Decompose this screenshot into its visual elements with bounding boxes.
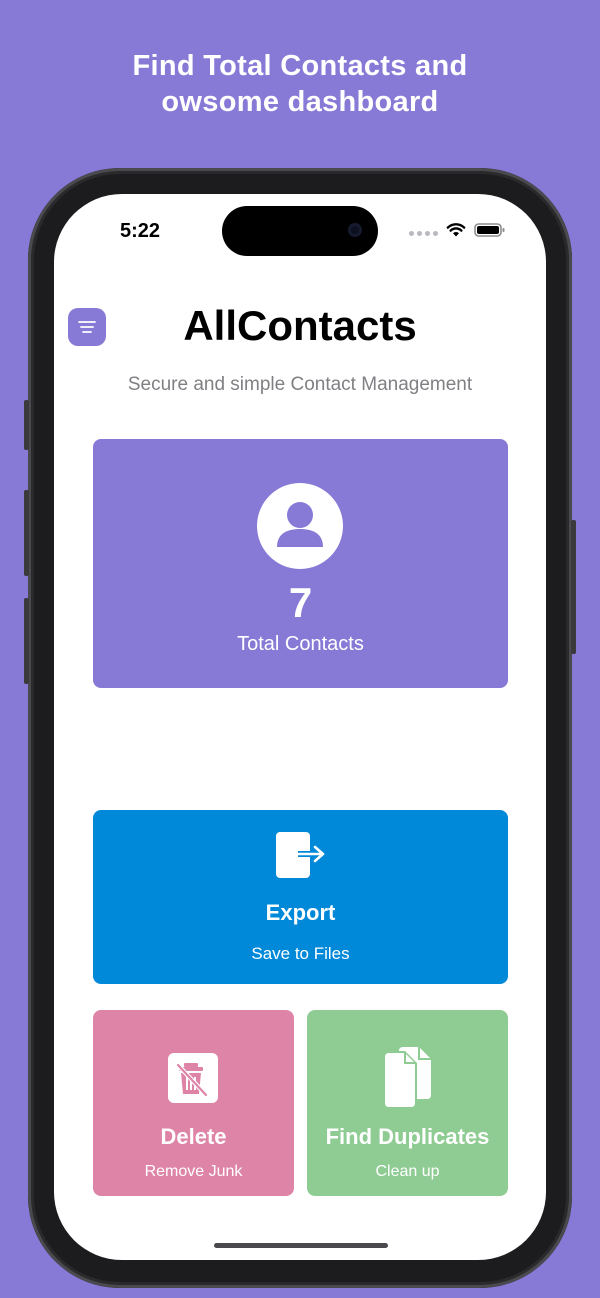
total-contacts-label: Total Contacts (237, 633, 364, 655)
cellular-signal-icon (409, 230, 438, 236)
phone-volume-up-button (24, 490, 29, 576)
export-button[interactable]: Export Save to Files (93, 810, 508, 984)
promo-headline-line1: Find Total Contacts and (132, 50, 468, 82)
promo-headline: Find Total Contacts and owsome dashboard (0, 48, 600, 120)
find-duplicates-button[interactable]: Find Duplicates Clean up (307, 1010, 508, 1196)
phone-volume-down-button (24, 598, 29, 684)
export-title: Export (265, 900, 336, 925)
documents-icon (385, 1047, 431, 1107)
delete-title: Delete (160, 1124, 227, 1149)
home-indicator[interactable] (214, 1243, 388, 1248)
phone-mute-switch (24, 400, 29, 450)
delete-button[interactable]: Delete Remove Junk (93, 1010, 294, 1196)
app-subtitle: Secure and simple Contact Management (127, 374, 473, 395)
delete-subtitle: Remove Junk (144, 1163, 243, 1180)
front-camera-icon (348, 223, 362, 237)
dynamic-island (222, 206, 378, 256)
total-contacts-card[interactable]: 7 Total Contacts (93, 439, 508, 688)
battery-icon (474, 223, 505, 237)
app-title: AllContacts (183, 302, 417, 349)
export-icon (276, 832, 325, 878)
trash-icon (168, 1053, 218, 1103)
app-screen: 5:22 AllContacts Secure and simple Conta… (54, 194, 546, 1260)
find-duplicates-subtitle: Clean up (375, 1163, 440, 1180)
export-subtitle: Save to Files (251, 944, 350, 963)
status-indicators (409, 222, 506, 238)
phone-power-button (571, 520, 576, 654)
find-duplicates-title: Find Duplicates (325, 1124, 490, 1149)
promo-headline-line2: owsome dashboard (161, 86, 439, 118)
wifi-icon (446, 223, 466, 237)
total-contacts-count: 7 (288, 579, 313, 626)
person-icon (257, 483, 343, 569)
status-time: 5:22 (120, 220, 161, 242)
